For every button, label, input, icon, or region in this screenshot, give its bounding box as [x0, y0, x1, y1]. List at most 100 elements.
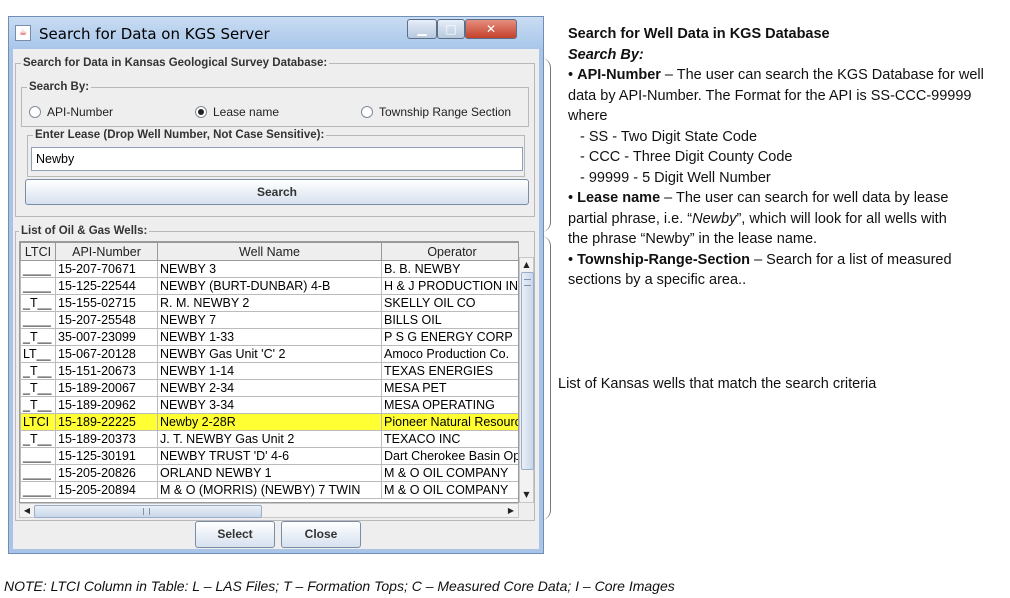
horizontal-scrollbar[interactable]: ◀ ▶	[19, 503, 519, 518]
arrow-right-icon[interactable]: ▶	[504, 504, 518, 517]
table-row[interactable]: ____ 15-125-30191 NEWBY TRUST 'D' 4-6 Dart …	[20, 447, 518, 465]
cell-well-name[interactable]: NEWBY 1-33	[157, 328, 382, 346]
cell-api-number[interactable]: 15-207-70671	[55, 260, 158, 278]
arrow-left-icon[interactable]: ◀	[20, 504, 34, 517]
cell-api-number[interactable]: 15-205-20894	[55, 481, 158, 499]
table-row[interactable]: ____ 15-207-70671 NEWBY 3 B. B. NEWBY	[20, 260, 518, 278]
cell-api-number[interactable]: 15-189-20373	[55, 430, 158, 448]
cell-well-name[interactable]: NEWBY 3-34	[157, 396, 382, 414]
cell-operator[interactable]: M & O OIL COMPANY	[381, 464, 518, 482]
cell-well-name[interactable]: NEWBY Gas Unit 'C' 2	[157, 345, 382, 363]
radio-township-range-section-circle[interactable]	[361, 106, 373, 118]
cell-well-name[interactable]: J. T. NEWBY Gas Unit 2	[157, 430, 382, 448]
cell-well-name[interactable]: NEWBY 7	[157, 311, 382, 329]
cell-api-number[interactable]: 15-189-20962	[55, 396, 158, 414]
cell-operator[interactable]: BILLS OIL	[381, 311, 518, 329]
cell-operator[interactable]: SKELLY OIL CO	[381, 294, 518, 312]
cell-api-number[interactable]: 15-205-20826	[55, 464, 158, 482]
cell-ltci[interactable]: LT__	[20, 345, 56, 363]
arrow-up-icon[interactable]: ▲	[520, 258, 533, 272]
column-header-well-name[interactable]: Well Name	[157, 242, 382, 261]
wells-table-viewport[interactable]: LTCI API-Number Well Name Operator ____ 1…	[19, 241, 519, 503]
table-row[interactable]: ____ 15-207-25548 NEWBY 7 BILLS OIL	[20, 311, 518, 329]
select-button[interactable]: Select	[195, 521, 275, 548]
cell-api-number[interactable]: 15-125-30191	[55, 447, 158, 465]
column-header-ltci[interactable]: LTCI	[20, 242, 56, 261]
table-row[interactable]: _T__ 15-189-20962 NEWBY 3-34 MESA OPERATING	[20, 396, 518, 414]
cell-ltci[interactable]: _T__	[20, 379, 56, 397]
notes-list-description: List of Kansas wells that match the sear…	[558, 376, 877, 392]
cell-well-name[interactable]: NEWBY 1-14	[157, 362, 382, 380]
cell-api-number[interactable]: 15-067-20128	[55, 345, 158, 363]
cell-api-number[interactable]: 15-151-20673	[55, 362, 158, 380]
cell-operator[interactable]: TEXAS ENERGIES	[381, 362, 518, 380]
radio-api-number[interactable]: API-Number	[29, 105, 149, 121]
maximize-button[interactable]: □	[437, 19, 465, 39]
cell-well-name[interactable]: R. M. NEWBY 2	[157, 294, 382, 312]
cell-api-number[interactable]: 15-189-22225	[55, 413, 158, 431]
cell-ltci[interactable]: _T__	[20, 294, 56, 312]
cell-ltci[interactable]: ____	[20, 447, 56, 465]
cell-api-number[interactable]: 35-007-23099	[55, 328, 158, 346]
radio-api-number-circle[interactable]	[29, 106, 41, 118]
vertical-scrollbar[interactable]: ▲ ▼	[519, 257, 534, 503]
vertical-scroll-thumb[interactable]	[521, 272, 534, 470]
cell-ltci[interactable]: LTCI	[20, 413, 56, 431]
close-button[interactable]: Close	[281, 521, 361, 548]
cell-ltci[interactable]: ____	[20, 481, 56, 499]
cell-operator[interactable]: Dart Cherokee Basin Operating	[381, 447, 518, 465]
cell-operator[interactable]: B. B. NEWBY	[381, 260, 518, 278]
lease-name-input[interactable]	[31, 147, 523, 171]
cell-well-name[interactable]: NEWBY 3	[157, 260, 382, 278]
cell-operator[interactable]: M & O OIL COMPANY	[381, 481, 518, 499]
title-bar[interactable]: ☕ Search for Data on KGS Server ▁ □ ✕	[9, 17, 543, 49]
cell-operator[interactable]: P S G ENERGY CORP	[381, 328, 518, 346]
close-window-button[interactable]: ✕	[465, 19, 517, 39]
cell-api-number[interactable]: 15-155-02715	[55, 294, 158, 312]
cell-ltci[interactable]: ____	[20, 260, 56, 278]
cell-well-name[interactable]: NEWBY TRUST 'D' 4-6	[157, 447, 382, 465]
minimize-button[interactable]: ▁	[407, 19, 437, 39]
radio-lease-name[interactable]: Lease name	[195, 105, 315, 121]
table-row[interactable]: _T__ 35-007-23099 NEWBY 1-33 P S G ENERGY C…	[20, 328, 518, 346]
cell-operator[interactable]: MESA PET	[381, 379, 518, 397]
cell-well-name[interactable]: ORLAND NEWBY 1	[157, 464, 382, 482]
column-header-api-number[interactable]: API-Number	[55, 242, 158, 261]
cell-operator[interactable]: H & J PRODUCTION INC	[381, 277, 518, 295]
table-row[interactable]: _T__ 15-189-20373 J. T. NEWBY Gas Unit 2 TE…	[20, 430, 518, 448]
cell-ltci[interactable]: ____	[20, 311, 56, 329]
cell-well-name[interactable]: NEWBY 2-34	[157, 379, 382, 397]
table-row[interactable]: ____ 15-205-20894 M & O (MORRIS) (NEWBY) 7…	[20, 481, 518, 499]
cell-operator[interactable]: Amoco Production Co.	[381, 345, 518, 363]
search-dialog-window: ☕ Search for Data on KGS Server ▁ □ ✕ Se…	[8, 16, 544, 554]
table-row[interactable]: LTCI 15-189-22225 Newby 2-28R Pioneer Natur…	[20, 413, 518, 431]
cell-ltci[interactable]: _T__	[20, 328, 56, 346]
cell-ltci[interactable]: _T__	[20, 362, 56, 380]
cell-ltci[interactable]: _T__	[20, 430, 56, 448]
cell-api-number[interactable]: 15-125-22544	[55, 277, 158, 295]
cell-well-name[interactable]: NEWBY (BURT-DUNBAR) 4-B	[157, 277, 382, 295]
cell-ltci[interactable]: ____	[20, 464, 56, 482]
table-row[interactable]: ____ 15-205-20826 ORLAND NEWBY 1M & O OIL …	[20, 464, 518, 482]
table-row[interactable]: _T__ 15-155-02715 R. M. NEWBY 2 SKELLY OIL …	[20, 294, 518, 312]
column-header-operator[interactable]: Operator	[381, 242, 518, 261]
search-button[interactable]: Search	[25, 179, 529, 205]
notes-lease-line-2: partial phrase, i.e. “Newby”, which will…	[568, 209, 1008, 230]
cell-operator[interactable]: TEXACO INC	[381, 430, 518, 448]
cell-ltci[interactable]: _T__	[20, 396, 56, 414]
table-row[interactable]: _T__ 15-151-20673 NEWBY 1-14 TEXAS ENERGIES	[20, 362, 518, 380]
table-row[interactable]: ____ 15-125-22544 NEWBY (BURT-DUNBAR) 4-B H…	[20, 277, 518, 295]
cell-well-name[interactable]: M & O (MORRIS) (NEWBY) 7 TWIN	[157, 481, 382, 499]
radio-township-range-section[interactable]: Township Range Section	[361, 105, 533, 121]
table-row[interactable]: _T__ 15-189-20067 NEWBY 2-34 MESA PET	[20, 379, 518, 397]
cell-operator[interactable]: MESA OPERATING	[381, 396, 518, 414]
horizontal-scroll-thumb[interactable]	[34, 505, 262, 518]
cell-api-number[interactable]: 15-207-25548	[55, 311, 158, 329]
radio-lease-name-circle[interactable]	[195, 106, 207, 118]
table-row[interactable]: LT__ 15-067-20128 NEWBY Gas Unit 'C' 2 Amoc…	[20, 345, 518, 363]
arrow-down-icon[interactable]: ▼	[520, 488, 533, 502]
cell-well-name[interactable]: Newby 2-28R	[157, 413, 382, 431]
cell-ltci[interactable]: ____	[20, 277, 56, 295]
cell-operator[interactable]: Pioneer Natural Resources	[381, 413, 518, 431]
cell-api-number[interactable]: 15-189-20067	[55, 379, 158, 397]
